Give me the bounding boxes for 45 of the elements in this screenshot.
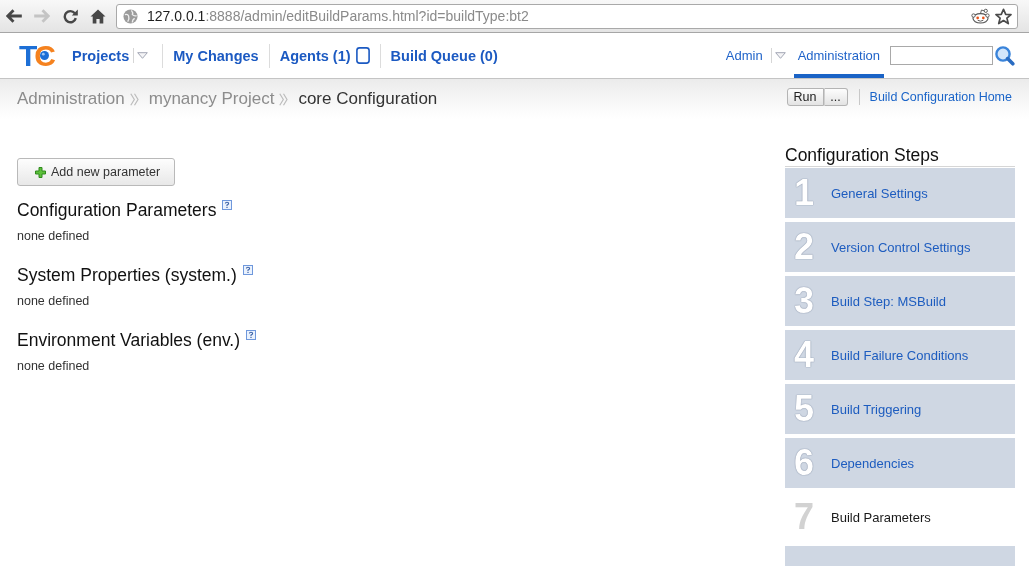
alien-face-icon[interactable]	[971, 8, 990, 24]
section-title: Environment Variables (env.)	[17, 330, 241, 350]
run-button[interactable]: Run	[786, 87, 824, 106]
nav-tab[interactable]: Admin	[721, 33, 767, 78]
home-icon[interactable]	[90, 8, 106, 24]
nav-link[interactable]: My Changes	[163, 33, 269, 78]
nav-link[interactable]: Agents (1)	[269, 33, 351, 78]
empty-message: none defined	[17, 228, 90, 244]
plus-icon	[35, 166, 46, 178]
section-title: System Properties (system.)	[17, 265, 237, 285]
help-icon[interactable]	[246, 330, 257, 340]
nav-tab[interactable]: Administration	[793, 33, 884, 78]
section-title: Configuration Parameters	[17, 200, 217, 220]
step-label[interactable]: Build Failure Conditions	[831, 347, 969, 363]
globe-icon	[123, 8, 138, 24]
nav-link[interactable]: Build Queue (0)	[380, 33, 508, 78]
rounded-square-icon[interactable]	[355, 47, 370, 64]
nav-link[interactable]: Projects	[62, 33, 130, 78]
search-field[interactable]	[890, 46, 993, 65]
address-field[interactable]: 127.0.0.1:8888/admin/editBuildParams.html?id=buildType:bt2	[116, 3, 1018, 29]
search-icon[interactable]	[995, 45, 1015, 66]
step-label[interactable]: Build Triggering	[831, 401, 922, 417]
double-chevron-icon	[129, 93, 139, 106]
breadcrumb-link[interactable]: Administration	[17, 89, 125, 109]
step-label[interactable]: Version Control Settings	[831, 239, 971, 255]
double-chevron-icon	[279, 93, 289, 106]
panel-title: Configuration Steps	[785, 144, 1015, 167]
step-label[interactable]: General Settings	[831, 185, 928, 201]
add-parameter-button[interactable]: Add new parameter	[17, 158, 176, 186]
step-label[interactable]: Dependencies	[831, 455, 915, 471]
back-arrow-icon[interactable]	[6, 9, 22, 23]
logo-text[interactable]: TC	[19, 41, 53, 70]
breadcrumb-link[interactable]: mynancy Project	[148, 89, 275, 109]
help-icon[interactable]	[222, 200, 233, 210]
more-button[interactable]: ...	[823, 87, 848, 106]
step-label[interactable]: Build Parameters	[831, 509, 931, 525]
empty-message: none defined	[17, 358, 90, 374]
home-link[interactable]: Build Configuration Home	[869, 89, 1012, 104]
step-label[interactable]: Build Step: MSBuild	[831, 293, 946, 309]
help-icon[interactable]	[242, 265, 253, 275]
empty-message: none defined	[17, 293, 90, 309]
star-icon[interactable]	[995, 7, 1012, 25]
breadcrumb-current: core Configuration	[298, 89, 438, 109]
dot-icon	[40, 51, 49, 60]
reload-icon[interactable]	[62, 8, 78, 24]
